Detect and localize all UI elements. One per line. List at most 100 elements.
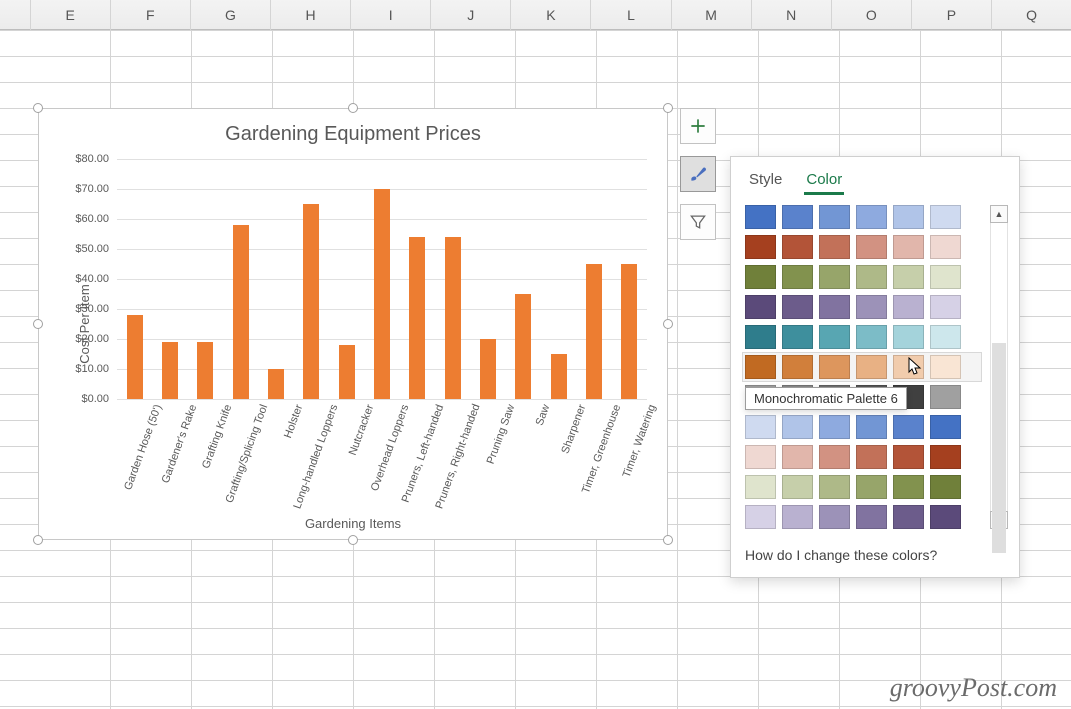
color-swatch[interactable] [782, 325, 813, 349]
color-swatch[interactable] [930, 235, 961, 259]
color-swatch[interactable] [782, 355, 813, 379]
column-header-P[interactable]: P [911, 0, 991, 30]
tab-color[interactable]: Color [804, 167, 844, 195]
chart-title[interactable]: Gardening Equipment Prices [39, 123, 667, 146]
color-swatch[interactable] [893, 415, 924, 439]
color-swatch[interactable] [782, 505, 813, 529]
color-swatch[interactable] [930, 385, 961, 409]
column-header-M[interactable]: M [671, 0, 751, 30]
color-swatch[interactable] [782, 295, 813, 319]
bar[interactable] [586, 264, 602, 399]
bar[interactable] [621, 264, 637, 399]
color-swatch[interactable] [819, 355, 850, 379]
palette-row[interactable] [745, 295, 979, 319]
color-swatch[interactable] [745, 505, 776, 529]
palette-row[interactable] [745, 205, 979, 229]
resize-handle-bm[interactable] [348, 535, 358, 545]
color-swatch[interactable] [819, 265, 850, 289]
palette-row[interactable] [745, 445, 979, 469]
plot-area[interactable]: Garden Hose (50')Gardener's RakeGrafting… [117, 159, 647, 399]
column-header-I[interactable]: I [350, 0, 430, 30]
resize-handle-bl[interactable] [33, 535, 43, 545]
chart-container[interactable]: Gardening Equipment Prices Cost Per Item… [38, 108, 668, 540]
resize-handle-tr[interactable] [663, 103, 673, 113]
chart-styles-button[interactable] [680, 156, 716, 192]
bar[interactable] [127, 315, 143, 399]
tab-style[interactable]: Style [747, 167, 784, 195]
chart-filter-button[interactable] [680, 204, 716, 240]
bar[interactable] [551, 354, 567, 399]
color-swatch[interactable] [782, 415, 813, 439]
color-swatch[interactable] [856, 235, 887, 259]
bar[interactable] [339, 345, 355, 399]
color-swatch[interactable] [782, 235, 813, 259]
color-swatch[interactable] [930, 415, 961, 439]
bar[interactable] [303, 204, 319, 399]
color-swatch[interactable] [893, 295, 924, 319]
color-swatch[interactable] [745, 355, 776, 379]
column-header-L[interactable]: L [590, 0, 670, 30]
help-link[interactable]: How do I change these colors? [745, 547, 1009, 563]
bar[interactable] [197, 342, 213, 399]
bar[interactable] [409, 237, 425, 399]
palette-row[interactable] [745, 505, 979, 529]
color-swatch[interactable] [819, 415, 850, 439]
palette-row[interactable] [745, 235, 979, 259]
bar[interactable] [162, 342, 178, 399]
palette-row[interactable] [743, 353, 981, 381]
color-swatch[interactable] [819, 295, 850, 319]
column-header-corner[interactable] [0, 0, 30, 30]
scroll-track[interactable] [990, 223, 1008, 511]
color-swatch[interactable] [782, 475, 813, 499]
color-swatch[interactable] [930, 205, 961, 229]
color-swatch[interactable] [745, 205, 776, 229]
color-swatch[interactable] [856, 295, 887, 319]
scroll-thumb[interactable] [992, 343, 1006, 553]
color-swatch[interactable] [856, 205, 887, 229]
color-swatch[interactable] [745, 265, 776, 289]
chart-elements-button[interactable] [680, 108, 716, 144]
color-swatch[interactable] [930, 265, 961, 289]
color-swatch[interactable] [782, 265, 813, 289]
color-swatch[interactable] [930, 475, 961, 499]
color-swatch[interactable] [856, 505, 887, 529]
color-swatch[interactable] [819, 325, 850, 349]
palette-row[interactable] [745, 325, 979, 349]
color-swatch[interactable] [893, 445, 924, 469]
palette-row[interactable] [745, 415, 979, 439]
column-header-K[interactable]: K [510, 0, 590, 30]
color-swatch[interactable] [782, 445, 813, 469]
color-swatch[interactable] [745, 325, 776, 349]
color-swatch[interactable] [782, 205, 813, 229]
color-swatch[interactable] [819, 445, 850, 469]
resize-handle-br[interactable] [663, 535, 673, 545]
color-swatch[interactable] [930, 295, 961, 319]
resize-handle-ml[interactable] [33, 319, 43, 329]
resize-handle-tm[interactable] [348, 103, 358, 113]
color-swatch[interactable] [819, 475, 850, 499]
color-swatch[interactable] [930, 325, 961, 349]
color-swatch[interactable] [745, 415, 776, 439]
resize-handle-mr[interactable] [663, 319, 673, 329]
bar[interactable] [445, 237, 461, 399]
bar[interactable] [374, 189, 390, 399]
color-swatch[interactable] [930, 445, 961, 469]
resize-handle-tl[interactable] [33, 103, 43, 113]
bar[interactable] [268, 369, 284, 399]
color-swatch[interactable] [856, 445, 887, 469]
color-swatch[interactable] [745, 295, 776, 319]
color-swatch[interactable] [893, 505, 924, 529]
color-swatch[interactable] [893, 235, 924, 259]
color-swatch[interactable] [745, 445, 776, 469]
column-header-J[interactable]: J [430, 0, 510, 30]
color-swatch[interactable] [856, 415, 887, 439]
color-swatch[interactable] [930, 505, 961, 529]
color-swatch[interactable] [930, 355, 961, 379]
color-swatch[interactable] [893, 355, 924, 379]
color-swatch[interactable] [893, 325, 924, 349]
color-swatch[interactable] [856, 355, 887, 379]
color-swatch[interactable] [856, 265, 887, 289]
bar[interactable] [515, 294, 531, 399]
scroll-up-button[interactable]: ▲ [990, 205, 1008, 223]
color-swatch[interactable] [745, 235, 776, 259]
